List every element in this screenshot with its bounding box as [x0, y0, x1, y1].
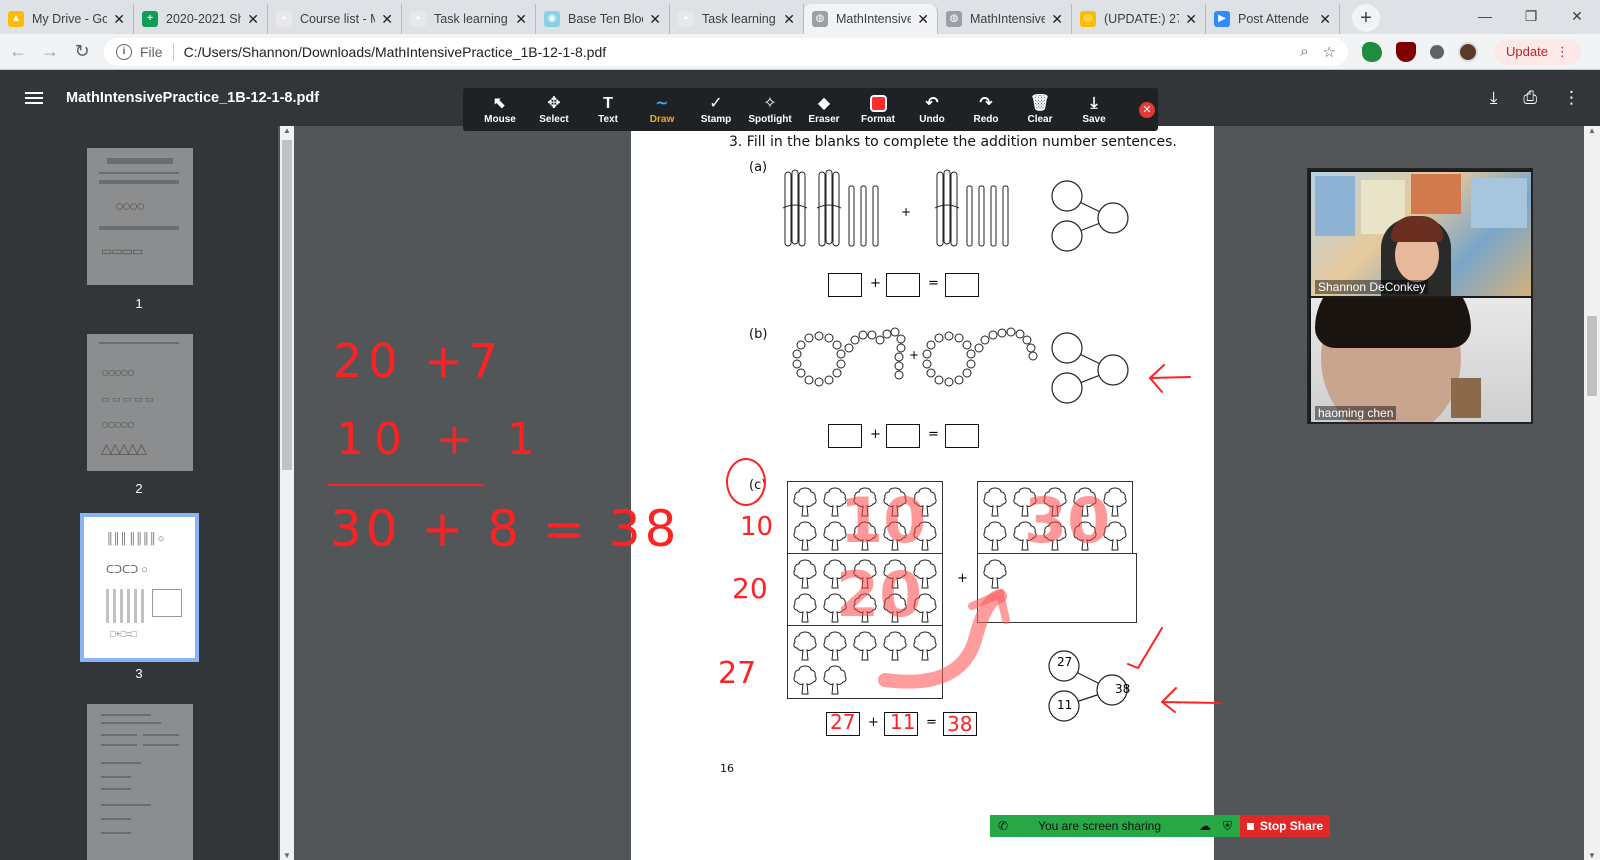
annotation-toolbar: ⬉ Mouse ✥ Select T Text ∼ Draw ✓ Stamp ✧ Spotlight ◆… — [463, 88, 1158, 131]
select-tool-button[interactable]: ✥ Select — [527, 94, 581, 125]
spotlight-tool-button[interactable]: ✧ Spotlight — [743, 94, 797, 125]
draw-tool-button[interactable]: ∼ Draw — [635, 94, 689, 125]
spotlight-label: Spotlight — [748, 114, 792, 125]
stamp-label: Stamp — [700, 114, 732, 125]
format-label: Format — [861, 114, 895, 125]
save-label: Save — [1082, 114, 1106, 125]
undo-icon: ↶ — [925, 95, 939, 112]
clear-icon: 🗑 — [1029, 95, 1051, 112]
stop-share-button[interactable]: Stop Share — [1240, 815, 1330, 837]
save-tool-button[interactable]: ⤓ Save — [1067, 94, 1121, 125]
stop-square-icon — [1246, 822, 1254, 830]
mouse-icon: ⬉ — [493, 95, 507, 112]
redo-tool-button[interactable]: ↷ Redo — [959, 94, 1013, 125]
text-icon: T — [603, 95, 613, 112]
redo-icon: ↷ — [979, 95, 993, 112]
video-tile-2[interactable]: haoming chen — [1311, 298, 1531, 422]
zoom-video-panel[interactable]: Shannon DeConkey haoming chen — [1307, 168, 1533, 424]
text-label: Text — [598, 114, 618, 125]
clear-tool-button[interactable]: 🗑 Clear — [1013, 94, 1067, 125]
mouse-tool-button[interactable]: ⬉ Mouse — [473, 94, 527, 125]
eraser-icon: ◆ — [817, 95, 831, 112]
close-annotation-icon[interactable]: ✕ — [1139, 101, 1155, 118]
spotlight-icon: ✧ — [763, 95, 777, 112]
format-icon — [851, 94, 905, 114]
cloud-icon: ☁ — [1199, 819, 1212, 833]
participant-name-2: haoming chen — [1315, 406, 1397, 420]
main-scrollbar[interactable]: ▲ ▼ — [1584, 126, 1600, 860]
draw-icon: ∼ — [655, 95, 669, 112]
text-tool-button[interactable]: T Text — [581, 94, 635, 125]
eraser-label: Eraser — [808, 114, 840, 125]
eraser-tool-button[interactable]: ◆ Eraser — [797, 94, 851, 125]
select-icon: ✥ — [547, 95, 561, 112]
draw-label: Draw — [649, 114, 675, 125]
stamp-icon: ✓ — [709, 95, 723, 112]
format-tool-button[interactable]: Format — [851, 94, 905, 125]
phone-icon: ✆ — [998, 819, 1009, 833]
undo-label: Undo — [919, 114, 945, 125]
participant-name-1: Shannon DeConkey — [1315, 280, 1429, 294]
video-tile-1[interactable]: Shannon DeConkey — [1311, 172, 1531, 296]
redo-label: Redo — [973, 114, 999, 125]
mouse-label: Mouse — [484, 114, 516, 125]
screen-sharing-indicator[interactable]: ✆ You are screen sharing ☁ ⛨ — [990, 815, 1240, 837]
stamp-tool-button[interactable]: ✓ Stamp — [689, 94, 743, 125]
shield-icon: ⛨ — [1223, 818, 1233, 833]
select-label: Select — [539, 114, 569, 125]
undo-tool-button[interactable]: ↶ Undo — [905, 94, 959, 125]
zoom-share-bar: ✆ You are screen sharing ☁ ⛨ Stop Share — [990, 815, 1330, 837]
clear-label: Clear — [1027, 114, 1053, 125]
save-icon: ⤓ — [1090, 95, 1098, 112]
